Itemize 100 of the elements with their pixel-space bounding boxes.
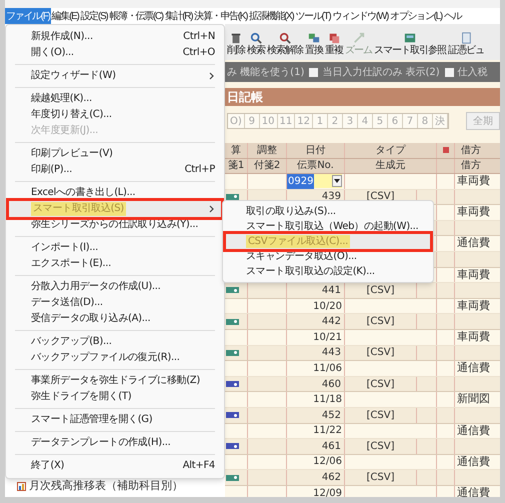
chevron-right-icon bbox=[209, 205, 215, 213]
date-cell-text: 12/09 bbox=[313, 486, 342, 497]
menu-item[interactable]: バックアップ(B)... bbox=[9, 334, 221, 350]
source-cell-text: [CSV] bbox=[366, 378, 394, 392]
voucher-number: 441 bbox=[322, 284, 341, 298]
date-cell-text: 11/06 bbox=[313, 362, 342, 376]
date-cell-text: 11/22 bbox=[313, 424, 342, 438]
report-icon bbox=[17, 482, 26, 491]
voucher-number: 442 bbox=[322, 315, 341, 330]
voucher-number: 462 bbox=[322, 471, 341, 486]
caret-icon bbox=[334, 179, 340, 184]
date-cell-text: 10/20 bbox=[313, 300, 342, 314]
menu-item[interactable]: 取引の取り込み(S)... bbox=[226, 204, 430, 219]
menu-item[interactable]: エクスポート(E)... bbox=[9, 256, 221, 272]
toolbar-button[interactable]: 削除 bbox=[227, 45, 245, 57]
menu-item[interactable]: バックアップファイルの復元(R)... bbox=[9, 350, 221, 366]
account-cell-text: 車両費 bbox=[457, 173, 490, 190]
column-header: 調整 bbox=[257, 144, 277, 158]
menu-bar-item[interactable]: ツール(T) bbox=[294, 8, 332, 24]
source-cell-text: [CSV] bbox=[366, 284, 394, 298]
toolbar-button[interactable]: 検索解除 bbox=[267, 45, 303, 57]
account-cell-text: 新聞図 bbox=[457, 391, 490, 408]
menu-bar-item[interactable]: ヘル bbox=[442, 8, 462, 24]
shortcut-text: Ctrl+P bbox=[184, 163, 215, 177]
toolbar-button[interactable]: スマート取引参照 bbox=[374, 45, 446, 57]
menu-bar-item[interactable]: ウィンドウ(W) bbox=[331, 8, 390, 24]
menu-bar-item[interactable]: 拡張機能(X) bbox=[248, 8, 294, 24]
menu-item[interactable]: 設定ウィザード(W) bbox=[9, 68, 221, 84]
account-cell-text: 通信費 bbox=[457, 422, 490, 439]
shortcut-text: Alt+F4 bbox=[182, 459, 215, 473]
menu-item[interactable]: スマート取引取込（Web）の起動(W)... bbox=[226, 219, 430, 234]
zoom-icon bbox=[352, 32, 364, 44]
column-header: 借方 bbox=[461, 144, 481, 158]
voucher-number: 439 bbox=[322, 190, 341, 204]
menu-item[interactable]: データテンプレートの作成(H)... bbox=[9, 435, 221, 451]
source-cell-text: [CSV] bbox=[366, 471, 394, 486]
menu-bar-item[interactable]: 集計(R) bbox=[164, 8, 194, 24]
column-header: 伝票No. bbox=[297, 159, 334, 174]
source-cell-text: [CSV] bbox=[366, 440, 394, 454]
flag-icon bbox=[442, 147, 448, 154]
column-header: 生成元 bbox=[376, 158, 406, 174]
menu-item[interactable]: Excelへの書き出し(L)... bbox=[9, 185, 221, 201]
menu-item[interactable]: インポート(I)... bbox=[9, 240, 221, 256]
replace-icon bbox=[308, 32, 320, 44]
account-cell-text: 車両費 bbox=[457, 298, 490, 314]
option-label: 当日入力仕訳のみ 表示(2) bbox=[322, 66, 440, 80]
account-cell-text: 車両費 bbox=[457, 204, 490, 220]
journal-title: 日記帳 bbox=[227, 89, 263, 106]
menu-item[interactable]: 終了(X) Alt+F4 bbox=[9, 458, 221, 474]
chevron-right-icon bbox=[209, 72, 215, 80]
column-header: 付箋2 bbox=[254, 159, 280, 174]
menu-item[interactable]: データ送信(D)... bbox=[9, 295, 221, 311]
document-icon bbox=[460, 32, 472, 44]
menu-bar-item[interactable]: 編集(E) bbox=[50, 8, 80, 24]
voucher-number: 452 bbox=[322, 408, 341, 423]
menu-item[interactable]: 受信データの取り込み(A)... bbox=[9, 311, 221, 327]
column-header: 日付 bbox=[306, 144, 326, 158]
checkbox[interactable] bbox=[309, 68, 318, 76]
date-cell-text: 10/21 bbox=[313, 330, 342, 345]
menu-item[interactable]: 分散入力用データの作成(U)... bbox=[9, 279, 221, 295]
toolbar-button[interactable]: 重複 bbox=[325, 45, 343, 57]
voucher-number: 461 bbox=[322, 440, 341, 454]
checkbox[interactable] bbox=[444, 68, 454, 76]
account-cell-text: 通信費 bbox=[457, 454, 490, 470]
date-cell-text: 12/06 bbox=[313, 455, 342, 470]
menu-bar-item[interactable]: ファイル(F) bbox=[5, 8, 51, 24]
trash-icon bbox=[230, 32, 242, 44]
shortcut-text: Ctrl+N bbox=[183, 30, 215, 44]
source-cell-text: [CSV] bbox=[366, 408, 394, 423]
account-cell-text: 車両費 bbox=[457, 266, 490, 283]
menu-item[interactable]: 事業所データを弥生ドライブに移動(Z) bbox=[9, 373, 221, 389]
menu-bar-item[interactable]: 決算・申告(K) bbox=[193, 8, 248, 24]
source-cell-text: [CSV] bbox=[366, 315, 394, 330]
menu-bar-item[interactable]: オプション(L) bbox=[389, 8, 443, 24]
account-cell-text: 通信費 bbox=[457, 360, 490, 376]
account-cell-text: 車両費 bbox=[457, 328, 490, 345]
menu-bar-item[interactable]: 設定(S) bbox=[80, 8, 108, 24]
toolbar-button[interactable]: 検索 bbox=[247, 45, 265, 57]
date-field[interactable]: 0929 bbox=[287, 174, 342, 188]
search-clear-icon bbox=[279, 32, 291, 44]
search-icon bbox=[250, 32, 262, 44]
menu-item[interactable]: 印刷プレビュー(V) bbox=[9, 146, 221, 162]
shortcut-text: Ctrl+O bbox=[182, 46, 215, 60]
menu-item[interactable]: 年度切り替え(C)... bbox=[9, 107, 221, 123]
toolbar-button[interactable]: 証憑ビュ bbox=[448, 45, 484, 57]
menu-item[interactable]: 新規作成(N)... Ctrl+N bbox=[9, 29, 221, 45]
dropdown-button[interactable] bbox=[332, 175, 342, 188]
menu-item[interactable]: 印刷(P)... Ctrl+P bbox=[9, 162, 221, 178]
option-label: み 機能を使う(1) bbox=[227, 66, 304, 80]
menu-item[interactable]: 繰越処理(K)... bbox=[9, 91, 221, 107]
menu-item[interactable]: 弥生ドライブを開く(T) bbox=[9, 389, 221, 405]
source-cell-text: [CSV] bbox=[366, 346, 394, 360]
menu-item[interactable]: 開く(O)... Ctrl+O bbox=[9, 45, 221, 61]
voucher-number: 460 bbox=[322, 378, 341, 392]
menu-item[interactable]: スマート証憑管理を開く(G) bbox=[9, 412, 221, 428]
sidebar-item[interactable]: 月次残高推移表（補助科目別） bbox=[29, 478, 183, 495]
menu-item[interactable]: スマート取引取込の設定(K)... bbox=[226, 264, 430, 279]
column-header: 借方 bbox=[461, 158, 481, 174]
menu-bar-item[interactable]: 帳簿・伝票(C) bbox=[108, 8, 164, 24]
toolbar-button[interactable]: 置換 bbox=[305, 45, 323, 57]
